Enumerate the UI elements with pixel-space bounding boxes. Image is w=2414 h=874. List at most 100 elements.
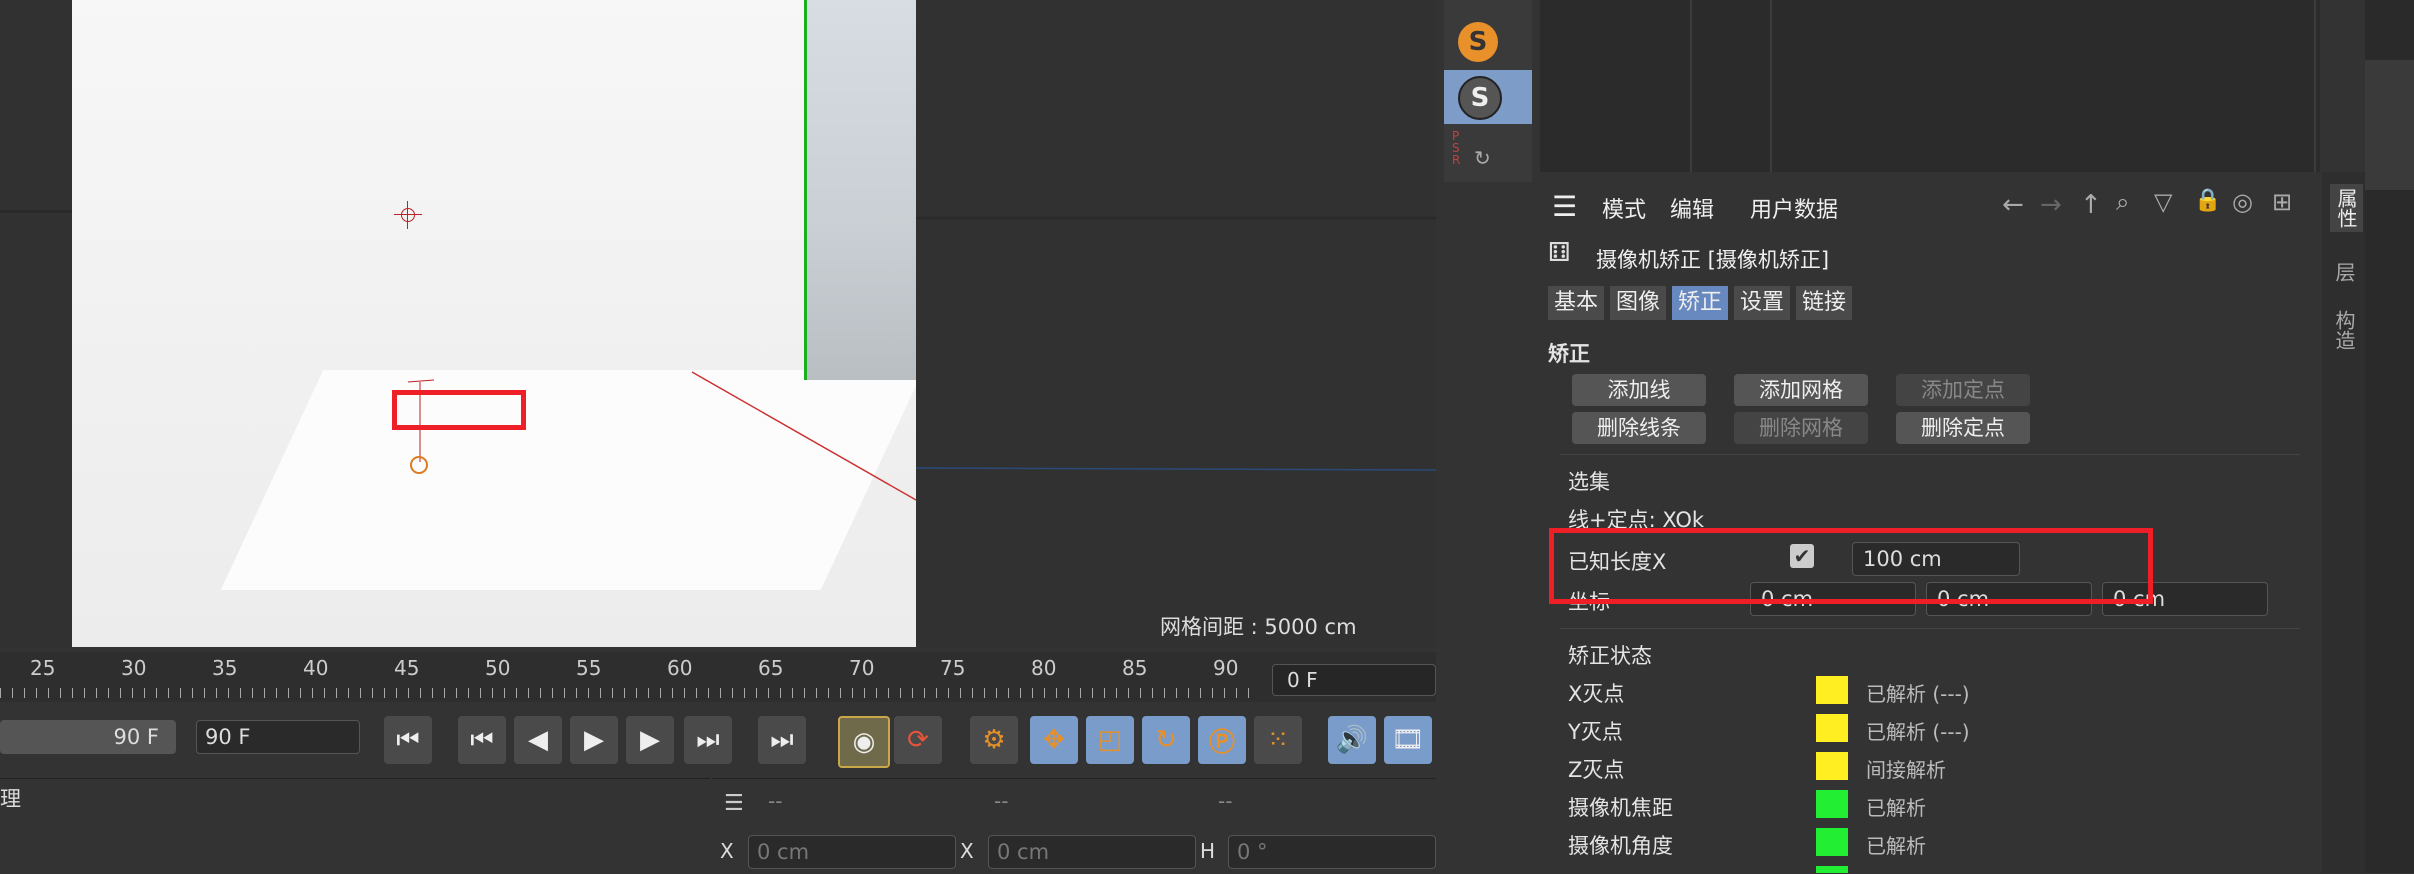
coord-x-label: X	[960, 839, 974, 863]
side-tab-strip: 属性 层 构造	[2322, 172, 2365, 873]
highlight-box	[392, 390, 526, 430]
prev-frame-icon[interactable]: ◀	[514, 716, 562, 764]
status-text: 间接解析	[1866, 758, 1946, 782]
viewport[interactable]: 网格间距 : 5000 cm	[0, 0, 1436, 647]
status-label: X灭点	[1568, 682, 1625, 706]
forward-arrow-icon[interactable]: →	[2040, 190, 2062, 220]
coordinates-panel: ☰ -- -- -- X 0 cm X 0 cm H 0 °	[712, 778, 1436, 874]
status-swatch	[1816, 676, 1848, 704]
ruler-tick-label: 55	[576, 656, 602, 680]
camera-calibrator-icon: ⚅	[1548, 238, 1571, 268]
scale-key-icon[interactable]: ◰	[1086, 716, 1134, 764]
hamburger-icon[interactable]: ☰	[1552, 190, 1577, 223]
position-x-field[interactable]: 0 cm	[748, 835, 956, 869]
ruler-tick-label: 85	[1122, 656, 1148, 680]
coord-x-label: X	[720, 839, 734, 863]
coord-h-label: H	[1200, 839, 1216, 863]
move-key-icon[interactable]: ✥	[1030, 716, 1078, 764]
autokey-icon[interactable]: ⟳	[894, 716, 942, 764]
script-tag-icon[interactable]: S	[1458, 76, 1502, 120]
current-frame-field[interactable]: 0 F	[1272, 664, 1436, 696]
script-tag-icon[interactable]: S	[1458, 22, 1498, 62]
ruler-tick-label: 35	[212, 656, 238, 680]
section-title: 矫正	[1548, 342, 1590, 366]
selection-label: 选集	[1568, 470, 1610, 494]
param-key-icon[interactable]: Ⓟ	[1198, 716, 1246, 764]
back-arrow-icon[interactable]: ←	[2002, 190, 2024, 220]
status-label: Y灭点	[1568, 720, 1623, 744]
menu-edit[interactable]: 编辑	[1670, 192, 1714, 224]
status-swatch	[1816, 752, 1848, 780]
new-panel-icon[interactable]: ⊞	[2272, 188, 2292, 216]
ruler-tick-label: 65	[758, 656, 784, 680]
menu-user-data[interactable]: 用户数据	[1750, 192, 1838, 224]
menu-mode[interactable]: 模式	[1602, 192, 1646, 224]
ruler-tick-label: 50	[485, 656, 511, 680]
status-text: 已解析	[1866, 834, 1926, 858]
add-grid-button[interactable]: 添加网格	[1734, 374, 1868, 406]
max-frame-field[interactable]: 90 F	[196, 720, 360, 754]
next-frame-icon[interactable]: ▶	[626, 716, 674, 764]
anchor-point-handle[interactable]	[410, 456, 428, 474]
add-line-button[interactable]: 添加线	[1572, 374, 1706, 406]
tag-icon-column: S S PSR ↻	[1444, 0, 1532, 182]
play-icon[interactable]: ▶	[570, 716, 618, 764]
timeline-ruler[interactable]: 25 30 35 40 45 50 55 60 65 70 75 80 85 90	[0, 652, 1436, 702]
ruler-tick-label: 30	[121, 656, 147, 680]
status-label: 摄像机角度	[1568, 834, 1673, 858]
object-manager	[1540, 0, 2320, 172]
target-icon[interactable]: ◎	[2232, 188, 2253, 216]
goto-start-icon[interactable]: ⏮	[384, 716, 432, 764]
rotate-key-icon[interactable]: ↻	[1142, 716, 1190, 764]
panel-label: 理	[0, 787, 21, 811]
vanishing-point-handle[interactable]	[394, 201, 422, 229]
reset-icon[interactable]: ↻	[1474, 146, 1491, 170]
tab-calibrate[interactable]: 矫正	[1672, 286, 1729, 320]
delete-point-button[interactable]: 删除定点	[1896, 412, 2030, 444]
add-point-button[interactable]: 添加定点	[1896, 374, 2030, 406]
status-label: 摄像机焦距	[1568, 796, 1673, 820]
status-section-title: 矫正状态	[1568, 644, 1652, 668]
sound-icon[interactable]: 🔊	[1328, 716, 1376, 764]
goto-end-icon[interactable]: ⏭	[758, 716, 806, 764]
viewport-grid	[916, 216, 1436, 471]
up-arrow-icon[interactable]: ↑	[2080, 190, 2102, 220]
keyframe-settings-icon[interactable]: ⚙	[970, 716, 1018, 764]
grid-line	[0, 210, 72, 213]
delete-grid-button[interactable]: 删除网格	[1734, 412, 1868, 444]
prev-key-icon[interactable]: ⏮	[458, 716, 506, 764]
record-icon[interactable]: ◉	[838, 716, 890, 768]
tab-structure[interactable]: 构造	[2330, 310, 2359, 350]
tab-attributes[interactable]: 属性	[2330, 184, 2363, 232]
ruler-tick-label: 90	[1213, 656, 1239, 680]
ruler-ticks	[0, 688, 1260, 698]
status-swatch	[1816, 714, 1848, 742]
lock-icon[interactable]: 🔒	[2194, 188, 2221, 213]
point-key-icon[interactable]: ⁙	[1254, 716, 1302, 764]
coord-header: --	[1218, 789, 1233, 813]
rotation-h-field[interactable]: 0 °	[1228, 835, 1436, 869]
psr-icon[interactable]: PSR	[1452, 130, 1460, 166]
objects-panel: 理	[0, 778, 710, 874]
hamburger-icon[interactable]: ☰	[724, 791, 744, 816]
status-swatch	[1816, 866, 1848, 873]
grid-spacing-label: 网格间距 : 5000 cm	[1160, 615, 1357, 639]
film-icon[interactable]: 🎞	[1384, 716, 1432, 764]
coord-header: --	[768, 789, 783, 813]
filter-icon[interactable]: ▽	[2154, 188, 2172, 216]
search-icon[interactable]: ⌕	[2116, 188, 2129, 216]
background-photo	[72, 0, 916, 647]
coord-header: --	[994, 789, 1009, 813]
highlight-box	[1549, 528, 2153, 604]
end-frame-field[interactable]: 90 F	[0, 720, 176, 754]
tab-layers[interactable]: 层	[2330, 262, 2359, 282]
tab-image[interactable]: 图像	[1610, 286, 1667, 320]
tab-settings[interactable]: 设置	[1734, 286, 1791, 320]
tab-links[interactable]: 链接	[1796, 286, 1853, 320]
tab-basic[interactable]: 基本	[1548, 286, 1605, 320]
ruler-tick-label: 80	[1031, 656, 1057, 680]
ruler-tick-label: 25	[30, 656, 56, 680]
size-x-field[interactable]: 0 cm	[988, 835, 1196, 869]
next-key-icon[interactable]: ⏭	[684, 716, 732, 764]
delete-lines-button[interactable]: 删除线条	[1572, 412, 1706, 444]
